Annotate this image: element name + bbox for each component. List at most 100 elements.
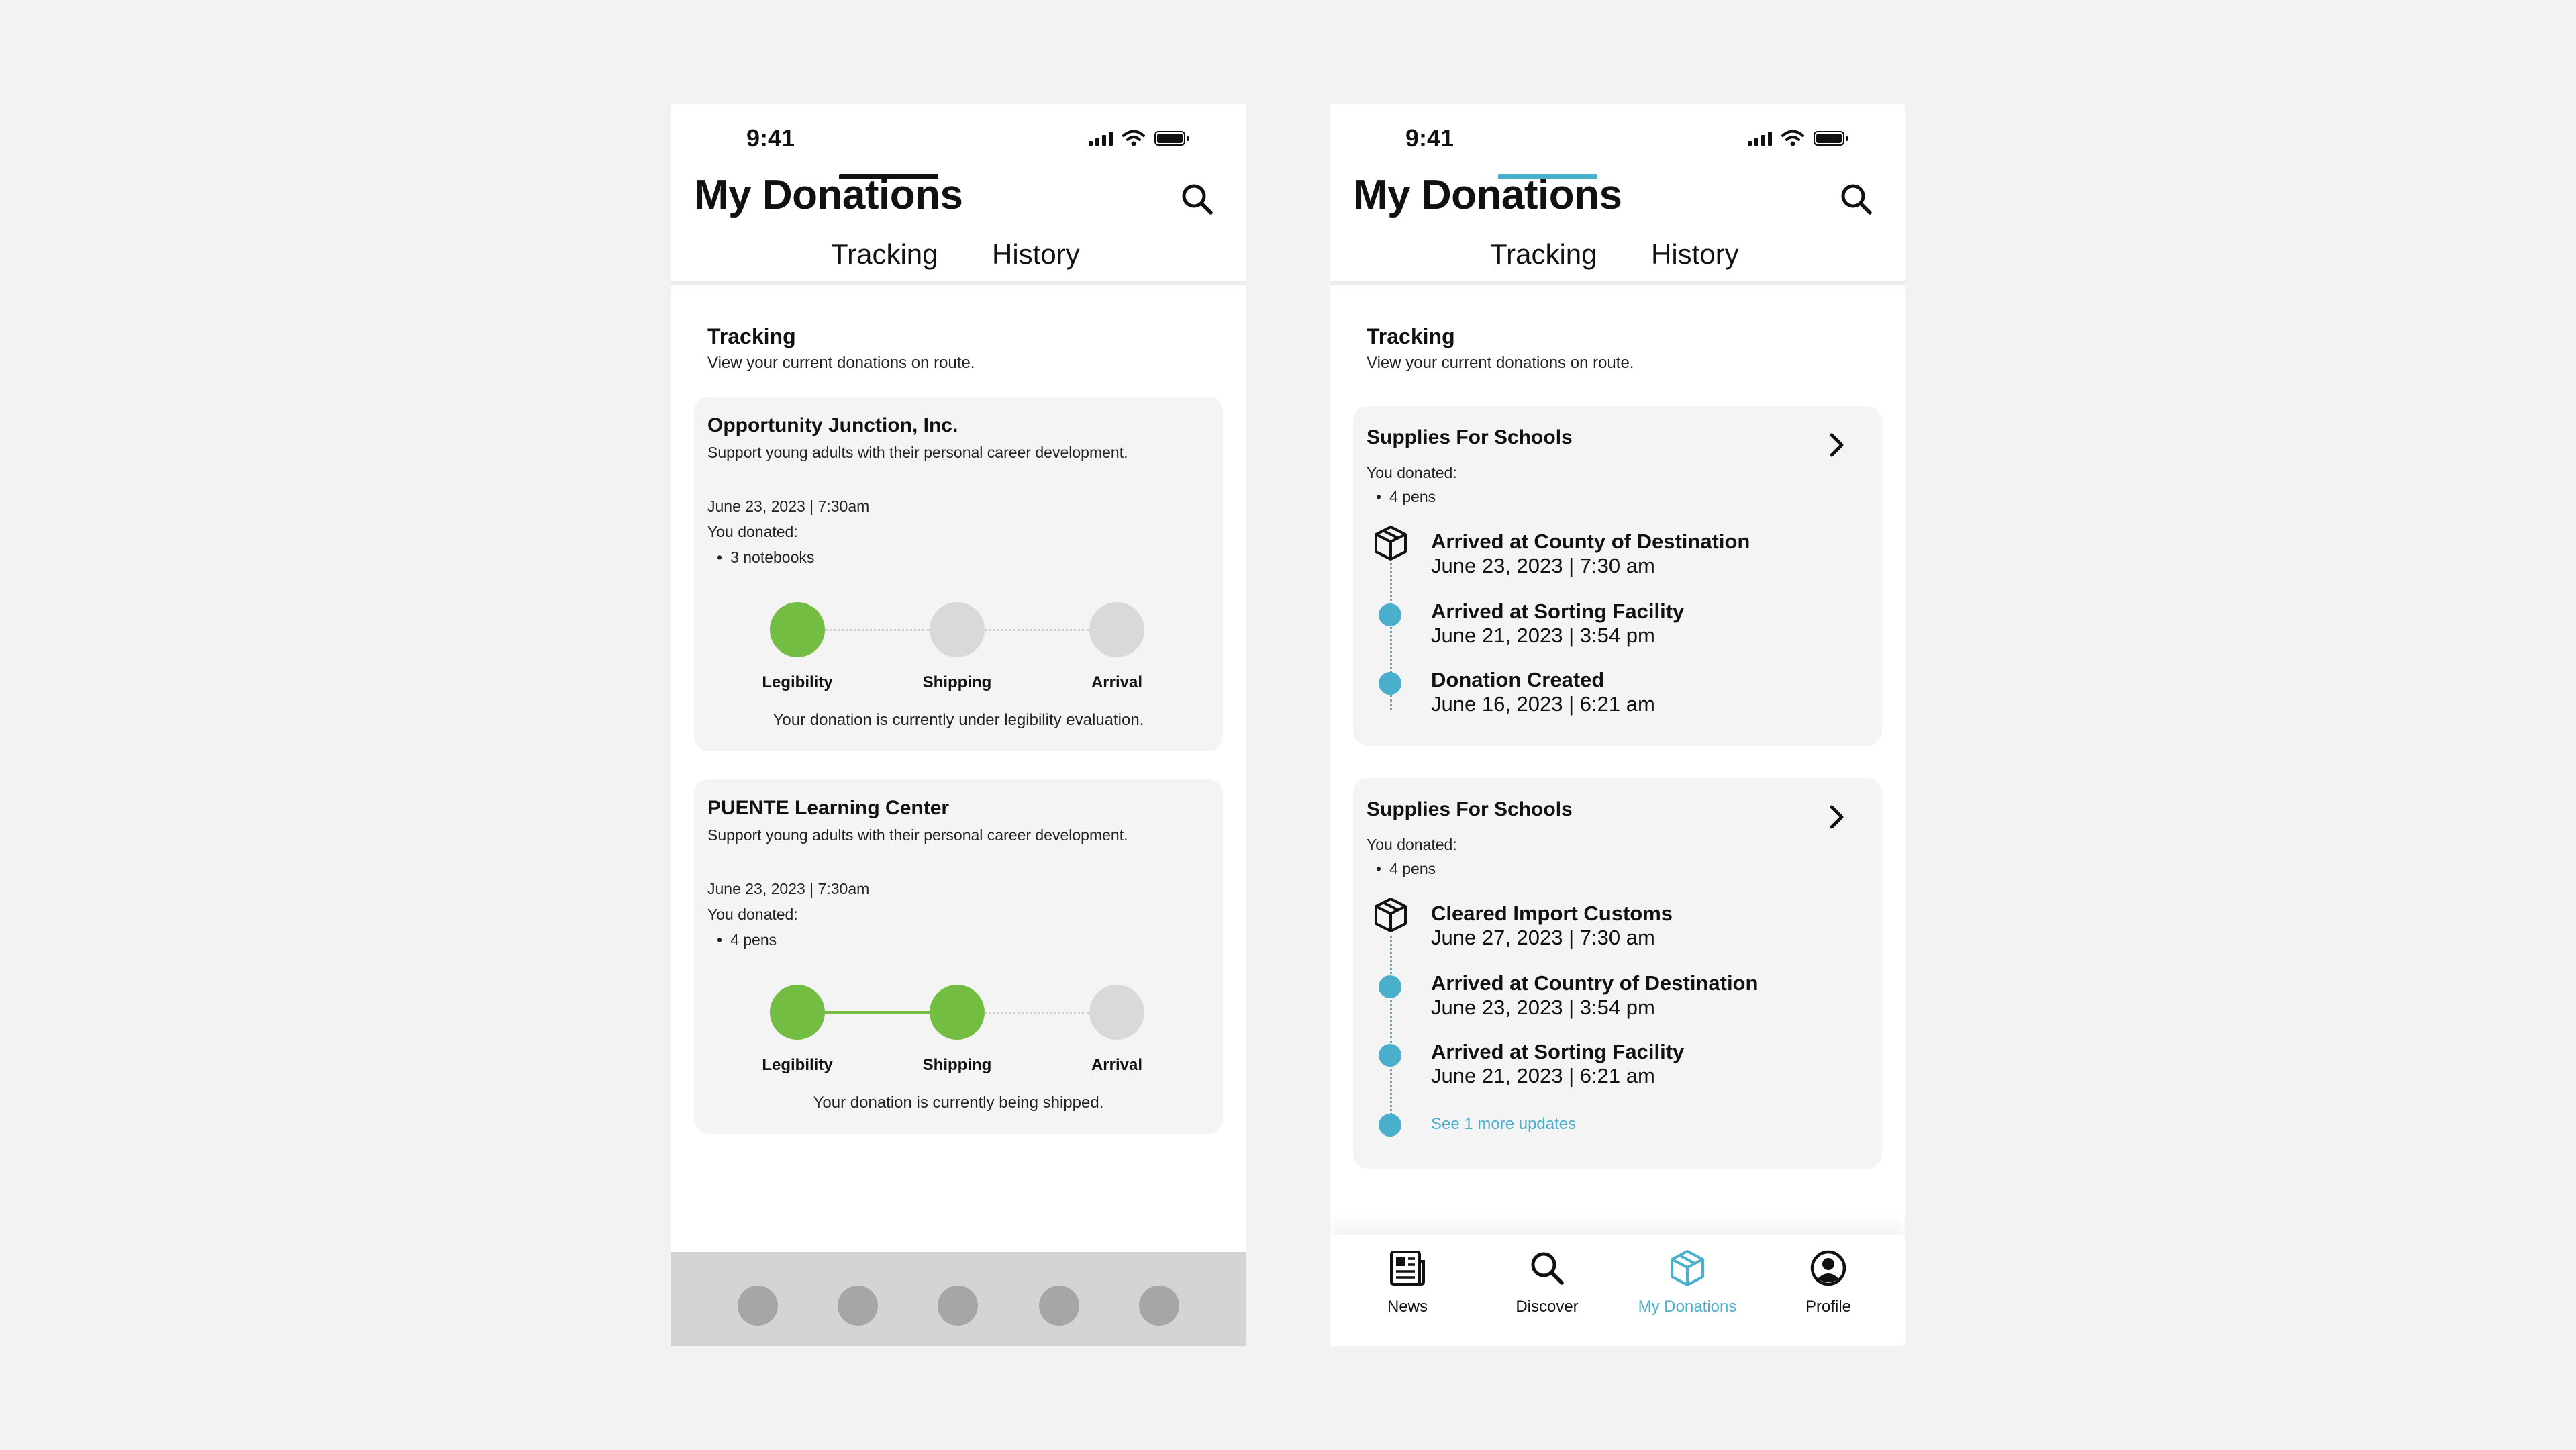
chevron-right-icon[interactable] <box>1823 432 1850 458</box>
search-button[interactable] <box>1835 178 1878 221</box>
active-tab-indicator <box>839 174 938 179</box>
progress-connector <box>985 1012 1089 1014</box>
search-icon <box>1182 184 1213 215</box>
status-time: 9:41 <box>746 124 795 152</box>
step-label: Shipping <box>922 1056 992 1074</box>
search-icon <box>1841 184 1872 215</box>
search-button[interactable] <box>1176 178 1219 221</box>
phone-screen-timeline: 9:41 My Donations Tracking History Track… <box>1330 104 1905 1346</box>
status-time: 9:41 <box>1405 124 1454 152</box>
nav-label: My Donations <box>1638 1298 1737 1316</box>
donated-label: You donated: <box>1367 464 1457 481</box>
nav-placeholder-dot <box>1039 1286 1079 1326</box>
donation-datetime: June 23, 2023 | 7:30am <box>707 880 870 898</box>
step-label: Legibility <box>762 673 833 691</box>
section-title: Tracking <box>707 324 796 348</box>
card-description: Support young adults with their personal… <box>707 826 1128 844</box>
step-label: Legibility <box>762 1056 833 1074</box>
timeline-date: June 23, 2023 | 3:54 pm <box>1431 996 1655 1019</box>
signal-icon <box>1089 131 1113 146</box>
donation-card[interactable]: Opportunity Junction, Inc. Support young… <box>694 397 1223 751</box>
package-icon <box>1372 524 1409 562</box>
timeline-event: Donation Created <box>1431 668 1605 691</box>
step-circle-legibility <box>770 602 825 657</box>
progress-connector <box>825 1011 930 1014</box>
timeline-dot <box>1379 1114 1401 1137</box>
tab-tracking[interactable]: Tracking <box>1490 238 1597 271</box>
donated-label: You donated: <box>707 523 798 540</box>
card-title: Opportunity Junction, Inc. <box>707 414 958 436</box>
status-bar: 9:41 <box>671 104 1246 171</box>
timeline-dot <box>1379 975 1401 998</box>
tab-bar: Tracking History <box>671 238 1246 285</box>
donation-card[interactable]: PUENTE Learning Center Support young adu… <box>694 779 1223 1134</box>
status-icons <box>1089 130 1189 147</box>
step-circle-arrival <box>1089 985 1144 1040</box>
card-title: Supplies For Schools <box>1367 426 1573 448</box>
nav-placeholder-dot <box>838 1286 878 1326</box>
donation-tracking-card[interactable]: Supplies For Schools You donated: 4 pens… <box>1353 778 1882 1169</box>
timeline-dot <box>1379 672 1401 695</box>
step-label: Arrival <box>1091 1056 1143 1074</box>
see-more-updates-link[interactable]: See 1 more updates <box>1431 1115 1576 1134</box>
donated-label: You donated: <box>707 906 798 923</box>
search-icon <box>1531 1252 1564 1285</box>
nav-item-news[interactable]: News <box>1340 1235 1475 1346</box>
timeline-event: Arrived at Country of Destination <box>1431 971 1758 995</box>
nav-placeholder-dot <box>938 1286 978 1326</box>
timeline-event: Arrived at Sorting Facility <box>1431 599 1685 623</box>
nav-item-profile[interactable]: Profile <box>1761 1235 1895 1346</box>
donated-item: 4 pens <box>717 931 777 949</box>
donated-label: You donated: <box>1367 836 1457 853</box>
tab-history[interactable]: History <box>992 238 1080 271</box>
timeline-dot <box>1379 603 1401 626</box>
card-title: Supplies For Schools <box>1367 798 1573 820</box>
nav-item-discover[interactable]: Discover <box>1480 1235 1614 1346</box>
timeline-event: Arrived at County of Destination <box>1431 530 1750 553</box>
status-bar: 9:41 <box>1330 104 1905 171</box>
timeline-line <box>1390 927 1392 1137</box>
step-circle-shipping <box>930 985 985 1040</box>
donated-item: 4 pens <box>1376 860 1436 878</box>
timeline-date: June 23, 2023 | 7:30 am <box>1431 554 1655 577</box>
card-title: PUENTE Learning Center <box>707 797 950 819</box>
status-icons <box>1748 130 1848 147</box>
package-icon <box>1671 1250 1704 1286</box>
wifi-icon <box>1122 130 1145 146</box>
chevron-right-icon[interactable] <box>1823 804 1850 830</box>
wifi-icon <box>1781 130 1804 146</box>
step-circle-legibility <box>770 985 825 1040</box>
nav-label: Profile <box>1805 1298 1852 1316</box>
timeline-date: June 16, 2023 | 6:21 am <box>1431 692 1655 716</box>
phone-screen-progress: 9:41 My Donations Tracking History Track… <box>671 104 1246 1346</box>
nav-item-my-donations[interactable]: My Donations <box>1620 1235 1754 1346</box>
bottom-nav-placeholder <box>671 1252 1246 1346</box>
section-subtitle: View your current donations on route. <box>707 354 975 372</box>
step-circle-shipping <box>930 602 985 657</box>
step-label: Arrival <box>1091 673 1143 691</box>
timeline-date: June 21, 2023 | 3:54 pm <box>1431 624 1655 647</box>
newspaper-icon <box>1390 1251 1425 1286</box>
nav-placeholder-dot <box>1139 1286 1179 1326</box>
profile-icon <box>1810 1250 1846 1286</box>
progress-connector <box>985 629 1089 631</box>
donated-item: 3 notebooks <box>717 548 814 567</box>
tab-bar: Tracking History <box>1330 238 1905 285</box>
nav-label: Discover <box>1516 1298 1579 1316</box>
status-message: Your donation is currently being shipped… <box>813 1094 1104 1112</box>
donation-datetime: June 23, 2023 | 7:30am <box>707 497 870 515</box>
timeline-dot <box>1379 1044 1401 1067</box>
step-label: Shipping <box>922 673 992 691</box>
tab-history[interactable]: History <box>1651 238 1739 271</box>
tab-tracking[interactable]: Tracking <box>831 238 938 271</box>
donation-tracking-card[interactable]: Supplies For Schools You donated: 4 pens… <box>1353 406 1882 746</box>
bottom-nav: News Discover My Donations Profile <box>1330 1235 1905 1346</box>
active-tab-indicator <box>1498 174 1597 179</box>
battery-icon <box>1154 131 1189 146</box>
card-description: Support young adults with their personal… <box>707 444 1128 461</box>
timeline-event: Arrived at Sorting Facility <box>1431 1040 1685 1063</box>
timeline-date: June 27, 2023 | 7:30 am <box>1431 926 1655 949</box>
signal-icon <box>1748 131 1772 146</box>
nav-label: News <box>1387 1298 1428 1316</box>
nav-placeholder-dot <box>738 1286 778 1326</box>
